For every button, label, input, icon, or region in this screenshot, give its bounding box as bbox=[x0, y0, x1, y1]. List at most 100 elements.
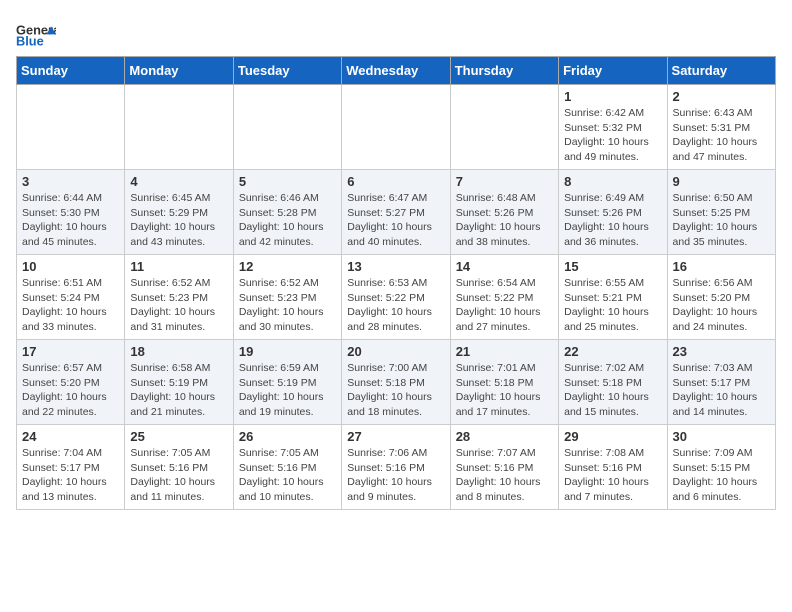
day-info: Sunrise: 6:58 AM Sunset: 5:19 PM Dayligh… bbox=[130, 361, 227, 420]
day-info: Sunrise: 6:43 AM Sunset: 5:31 PM Dayligh… bbox=[673, 106, 770, 165]
calendar-cell: 23 Sunrise: 7:03 AM Sunset: 5:17 PM Dayli… bbox=[667, 340, 775, 425]
calendar-cell: 18 Sunrise: 6:58 AM Sunset: 5:19 PM Dayli… bbox=[125, 340, 233, 425]
day-number: 24 bbox=[22, 429, 119, 444]
day-info: Sunrise: 6:42 AM Sunset: 5:32 PM Dayligh… bbox=[564, 106, 661, 165]
calendar-cell: 27 Sunrise: 7:06 AM Sunset: 5:16 PM Dayli… bbox=[342, 425, 450, 510]
header-row: SundayMondayTuesdayWednesdayThursdayFrid… bbox=[17, 57, 776, 85]
header-day-monday: Monday bbox=[125, 57, 233, 85]
calendar-cell: 15 Sunrise: 6:55 AM Sunset: 5:21 PM Dayli… bbox=[559, 255, 667, 340]
day-number: 1 bbox=[564, 89, 661, 104]
day-info: Sunrise: 6:52 AM Sunset: 5:23 PM Dayligh… bbox=[239, 276, 336, 335]
calendar-cell: 10 Sunrise: 6:51 AM Sunset: 5:24 PM Dayli… bbox=[17, 255, 125, 340]
header-day-thursday: Thursday bbox=[450, 57, 558, 85]
day-number: 21 bbox=[456, 344, 553, 359]
calendar-cell: 7 Sunrise: 6:48 AM Sunset: 5:26 PM Daylig… bbox=[450, 170, 558, 255]
day-number: 16 bbox=[673, 259, 770, 274]
week-row-1: 1 Sunrise: 6:42 AM Sunset: 5:32 PM Daylig… bbox=[17, 85, 776, 170]
day-number: 4 bbox=[130, 174, 227, 189]
header-day-friday: Friday bbox=[559, 57, 667, 85]
svg-text:Blue: Blue bbox=[16, 34, 44, 48]
day-info: Sunrise: 7:06 AM Sunset: 5:16 PM Dayligh… bbox=[347, 446, 444, 505]
calendar-cell: 5 Sunrise: 6:46 AM Sunset: 5:28 PM Daylig… bbox=[233, 170, 341, 255]
calendar-cell: 2 Sunrise: 6:43 AM Sunset: 5:31 PM Daylig… bbox=[667, 85, 775, 170]
day-number: 25 bbox=[130, 429, 227, 444]
calendar-cell: 6Sunrise: 6:47 AM Sunset: 5:27 PM Daylig… bbox=[342, 170, 450, 255]
week-row-4: 17 Sunrise: 6:57 AM Sunset: 5:20 PM Dayli… bbox=[17, 340, 776, 425]
calendar-cell: 21 Sunrise: 7:01 AM Sunset: 5:18 PM Dayli… bbox=[450, 340, 558, 425]
day-info: Sunrise: 6:48 AM Sunset: 5:26 PM Dayligh… bbox=[456, 191, 553, 250]
calendar-cell: 11Sunrise: 6:52 AM Sunset: 5:23 PM Dayli… bbox=[125, 255, 233, 340]
calendar-cell: 17 Sunrise: 6:57 AM Sunset: 5:20 PM Dayli… bbox=[17, 340, 125, 425]
week-row-3: 10 Sunrise: 6:51 AM Sunset: 5:24 PM Dayli… bbox=[17, 255, 776, 340]
header-day-sunday: Sunday bbox=[17, 57, 125, 85]
day-info: Sunrise: 6:53 AM Sunset: 5:22 PM Dayligh… bbox=[347, 276, 444, 335]
calendar-cell: 14Sunrise: 6:54 AM Sunset: 5:22 PM Dayli… bbox=[450, 255, 558, 340]
calendar-cell: 3 Sunrise: 6:44 AM Sunset: 5:30 PM Daylig… bbox=[17, 170, 125, 255]
day-info: Sunrise: 7:02 AM Sunset: 5:18 PM Dayligh… bbox=[564, 361, 661, 420]
day-info: Sunrise: 6:46 AM Sunset: 5:28 PM Dayligh… bbox=[239, 191, 336, 250]
day-number: 30 bbox=[673, 429, 770, 444]
day-info: Sunrise: 6:57 AM Sunset: 5:20 PM Dayligh… bbox=[22, 361, 119, 420]
day-number: 23 bbox=[673, 344, 770, 359]
calendar-table: SundayMondayTuesdayWednesdayThursdayFrid… bbox=[16, 56, 776, 510]
day-info: Sunrise: 6:47 AM Sunset: 5:27 PM Dayligh… bbox=[347, 191, 444, 250]
day-info: Sunrise: 6:50 AM Sunset: 5:25 PM Dayligh… bbox=[673, 191, 770, 250]
day-number: 7 bbox=[456, 174, 553, 189]
day-number: 12 bbox=[239, 259, 336, 274]
day-info: Sunrise: 6:51 AM Sunset: 5:24 PM Dayligh… bbox=[22, 276, 119, 335]
day-number: 20 bbox=[347, 344, 444, 359]
day-number: 2 bbox=[673, 89, 770, 104]
header-day-wednesday: Wednesday bbox=[342, 57, 450, 85]
calendar-cell: 9Sunrise: 6:50 AM Sunset: 5:25 PM Daylig… bbox=[667, 170, 775, 255]
calendar-cell: 13 Sunrise: 6:53 AM Sunset: 5:22 PM Dayli… bbox=[342, 255, 450, 340]
day-number: 15 bbox=[564, 259, 661, 274]
calendar-cell: 28 Sunrise: 7:07 AM Sunset: 5:16 PM Dayli… bbox=[450, 425, 558, 510]
calendar-cell: 16 Sunrise: 6:56 AM Sunset: 5:20 PM Dayli… bbox=[667, 255, 775, 340]
header-day-saturday: Saturday bbox=[667, 57, 775, 85]
calendar-cell: 4 Sunrise: 6:45 AM Sunset: 5:29 PM Daylig… bbox=[125, 170, 233, 255]
day-number: 28 bbox=[456, 429, 553, 444]
day-number: 5 bbox=[239, 174, 336, 189]
calendar-cell bbox=[125, 85, 233, 170]
calendar-cell: 22Sunrise: 7:02 AM Sunset: 5:18 PM Dayli… bbox=[559, 340, 667, 425]
day-info: Sunrise: 6:52 AM Sunset: 5:23 PM Dayligh… bbox=[130, 276, 227, 335]
day-info: Sunrise: 7:05 AM Sunset: 5:16 PM Dayligh… bbox=[130, 446, 227, 505]
day-info: Sunrise: 7:08 AM Sunset: 5:16 PM Dayligh… bbox=[564, 446, 661, 505]
calendar-cell bbox=[342, 85, 450, 170]
calendar-cell: 19 Sunrise: 6:59 AM Sunset: 5:19 PM Dayli… bbox=[233, 340, 341, 425]
day-number: 27 bbox=[347, 429, 444, 444]
header-day-tuesday: Tuesday bbox=[233, 57, 341, 85]
day-info: Sunrise: 6:49 AM Sunset: 5:26 PM Dayligh… bbox=[564, 191, 661, 250]
day-number: 3 bbox=[22, 174, 119, 189]
logo: General Blue bbox=[16, 20, 56, 48]
calendar-cell bbox=[17, 85, 125, 170]
week-row-2: 3 Sunrise: 6:44 AM Sunset: 5:30 PM Daylig… bbox=[17, 170, 776, 255]
day-number: 17 bbox=[22, 344, 119, 359]
day-number: 29 bbox=[564, 429, 661, 444]
week-row-5: 24Sunrise: 7:04 AM Sunset: 5:17 PM Dayli… bbox=[17, 425, 776, 510]
calendar-cell: 29 Sunrise: 7:08 AM Sunset: 5:16 PM Dayli… bbox=[559, 425, 667, 510]
header: General Blue bbox=[16, 16, 776, 48]
calendar-cell bbox=[233, 85, 341, 170]
day-number: 19 bbox=[239, 344, 336, 359]
day-number: 13 bbox=[347, 259, 444, 274]
day-info: Sunrise: 7:07 AM Sunset: 5:16 PM Dayligh… bbox=[456, 446, 553, 505]
day-info: Sunrise: 6:56 AM Sunset: 5:20 PM Dayligh… bbox=[673, 276, 770, 335]
day-number: 18 bbox=[130, 344, 227, 359]
day-number: 10 bbox=[22, 259, 119, 274]
day-info: Sunrise: 6:54 AM Sunset: 5:22 PM Dayligh… bbox=[456, 276, 553, 335]
day-info: Sunrise: 7:01 AM Sunset: 5:18 PM Dayligh… bbox=[456, 361, 553, 420]
calendar-cell: 24Sunrise: 7:04 AM Sunset: 5:17 PM Dayli… bbox=[17, 425, 125, 510]
logo-svg: General Blue bbox=[16, 20, 56, 48]
day-info: Sunrise: 7:00 AM Sunset: 5:18 PM Dayligh… bbox=[347, 361, 444, 420]
day-info: Sunrise: 6:59 AM Sunset: 5:19 PM Dayligh… bbox=[239, 361, 336, 420]
calendar-cell: 25 Sunrise: 7:05 AM Sunset: 5:16 PM Dayli… bbox=[125, 425, 233, 510]
day-info: Sunrise: 6:44 AM Sunset: 5:30 PM Dayligh… bbox=[22, 191, 119, 250]
day-info: Sunrise: 6:45 AM Sunset: 5:29 PM Dayligh… bbox=[130, 191, 227, 250]
day-info: Sunrise: 6:55 AM Sunset: 5:21 PM Dayligh… bbox=[564, 276, 661, 335]
day-info: Sunrise: 7:03 AM Sunset: 5:17 PM Dayligh… bbox=[673, 361, 770, 420]
day-info: Sunrise: 7:09 AM Sunset: 5:15 PM Dayligh… bbox=[673, 446, 770, 505]
day-info: Sunrise: 7:05 AM Sunset: 5:16 PM Dayligh… bbox=[239, 446, 336, 505]
day-number: 8 bbox=[564, 174, 661, 189]
calendar-cell: 8 Sunrise: 6:49 AM Sunset: 5:26 PM Daylig… bbox=[559, 170, 667, 255]
